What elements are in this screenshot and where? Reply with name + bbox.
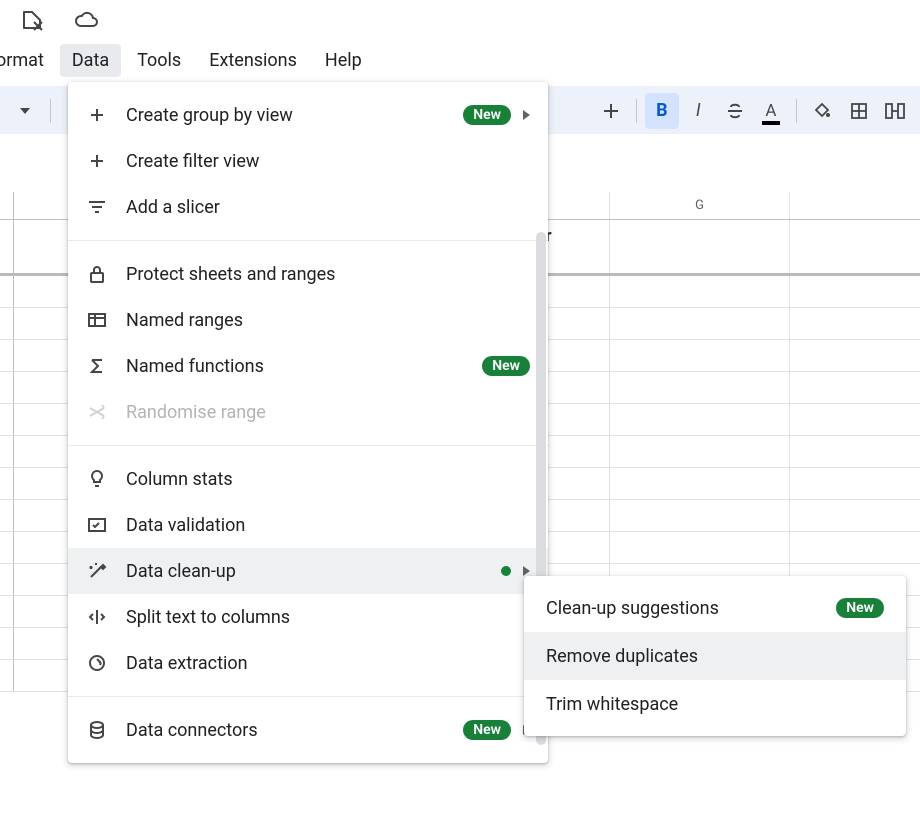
menu-label: Data clean-up: [126, 561, 483, 582]
indicator-dot: [501, 566, 511, 576]
menu-add-slicer[interactable]: Add a slicer: [68, 184, 548, 230]
borders-button[interactable]: [841, 93, 875, 129]
cloud-status-icon[interactable]: [74, 8, 98, 32]
new-badge: New: [482, 356, 530, 376]
menu-label: Data connectors: [126, 720, 445, 741]
text-color-letter: A: [765, 101, 776, 121]
cell-g[interactable]: [610, 308, 790, 339]
chevron-right-icon: [523, 566, 530, 576]
menu-data-validation[interactable]: Data validation: [68, 502, 548, 548]
lock-icon: [86, 264, 108, 284]
strikethrough-button[interactable]: [717, 93, 751, 129]
menu-label: Named functions: [126, 356, 464, 377]
cell-g[interactable]: [610, 500, 790, 531]
toolbar-dropdown-icon[interactable]: [8, 93, 42, 129]
plus-icon: [86, 106, 108, 124]
menu-named-ranges[interactable]: Named ranges: [68, 297, 548, 343]
shuffle-icon: [86, 403, 108, 421]
menu-create-filter-view[interactable]: Create filter view: [68, 138, 548, 184]
menu-label: Protect sheets and ranges: [126, 264, 530, 285]
slicer-icon: [86, 198, 108, 216]
cell-g[interactable]: [610, 340, 790, 371]
menu-protect-sheets-ranges[interactable]: Protect sheets and ranges: [68, 251, 548, 297]
fill-color-button[interactable]: [805, 93, 839, 129]
menu-label: Data validation: [126, 515, 530, 536]
sigma-icon: [86, 357, 108, 375]
menu-label: Remove duplicates: [546, 646, 884, 667]
menu-create-group-by-view[interactable]: Create group by view New: [68, 92, 548, 138]
named-ranges-icon: [86, 311, 108, 329]
menu-help[interactable]: Help: [313, 44, 374, 77]
menubar: ormat Data Tools Extensions Help: [0, 40, 920, 80]
menu-separator: [68, 240, 548, 241]
submenu-trim-whitespace[interactable]: Trim whitespace: [524, 680, 906, 728]
menu-separator: [68, 696, 548, 697]
submenu-cleanup-suggestions[interactable]: Clean-up suggestions New: [524, 584, 906, 632]
menu-label: Named ranges: [126, 310, 530, 331]
submenu-remove-duplicates[interactable]: Remove duplicates: [524, 632, 906, 680]
text-color-button[interactable]: A: [754, 93, 788, 129]
data-menu: Create group by view New Create filter v…: [68, 82, 548, 763]
menu-tools[interactable]: Tools: [125, 44, 193, 77]
menu-label: Trim whitespace: [546, 694, 884, 715]
menu-data[interactable]: Data: [60, 44, 121, 77]
menu-label: Add a slicer: [126, 197, 530, 218]
data-cleanup-submenu: Clean-up suggestions New Remove duplicat…: [524, 576, 906, 736]
bold-button[interactable]: B: [645, 93, 679, 129]
plus-icon: [86, 152, 108, 170]
new-badge: New: [463, 720, 511, 740]
new-badge: New: [836, 598, 884, 618]
italic-button[interactable]: I: [681, 93, 715, 129]
cell-g[interactable]: [610, 532, 790, 563]
cell-g-header[interactable]: [610, 220, 790, 273]
database-icon: [86, 720, 108, 740]
menu-label: Randomise range: [126, 402, 530, 423]
cell-g[interactable]: [610, 468, 790, 499]
menu-label: Create filter view: [126, 151, 530, 172]
magic-wand-icon: [86, 561, 108, 581]
menu-named-functions[interactable]: Named functions New: [68, 343, 548, 389]
extract-icon: [86, 653, 108, 673]
menu-column-stats[interactable]: Column stats: [68, 456, 548, 502]
menu-label: Split text to columns: [126, 607, 530, 628]
menu-split-text-to-columns[interactable]: Split text to columns: [68, 594, 548, 640]
new-badge: New: [463, 105, 511, 125]
cell-g[interactable]: [610, 372, 790, 403]
doc-history-icon[interactable]: [20, 8, 44, 32]
merge-cells-button[interactable]: [878, 93, 912, 129]
insert-plus-icon[interactable]: [593, 93, 627, 129]
menu-data-extraction[interactable]: Data extraction: [68, 640, 548, 686]
menu-label: Create group by view: [126, 105, 445, 126]
cell-g[interactable]: [610, 276, 790, 307]
column-header-g[interactable]: G: [610, 192, 790, 219]
cell-g[interactable]: [610, 436, 790, 467]
menu-label: Column stats: [126, 469, 530, 490]
chevron-right-icon: [523, 110, 530, 120]
menu-separator: [68, 445, 548, 446]
split-icon: [86, 608, 108, 626]
data-validation-icon: [86, 516, 108, 534]
menu-data-cleanup[interactable]: Data clean-up: [68, 548, 548, 594]
menu-extensions[interactable]: Extensions: [197, 44, 309, 77]
menu-label: Clean-up suggestions: [546, 598, 836, 619]
menu-format[interactable]: ormat: [0, 44, 56, 77]
menu-randomise-range: Randomise range: [68, 389, 548, 435]
menu-data-connectors[interactable]: Data connectors New: [68, 707, 548, 753]
menu-label: Data extraction: [126, 653, 530, 674]
lightbulb-icon: [86, 469, 108, 489]
cell-g[interactable]: [610, 404, 790, 435]
